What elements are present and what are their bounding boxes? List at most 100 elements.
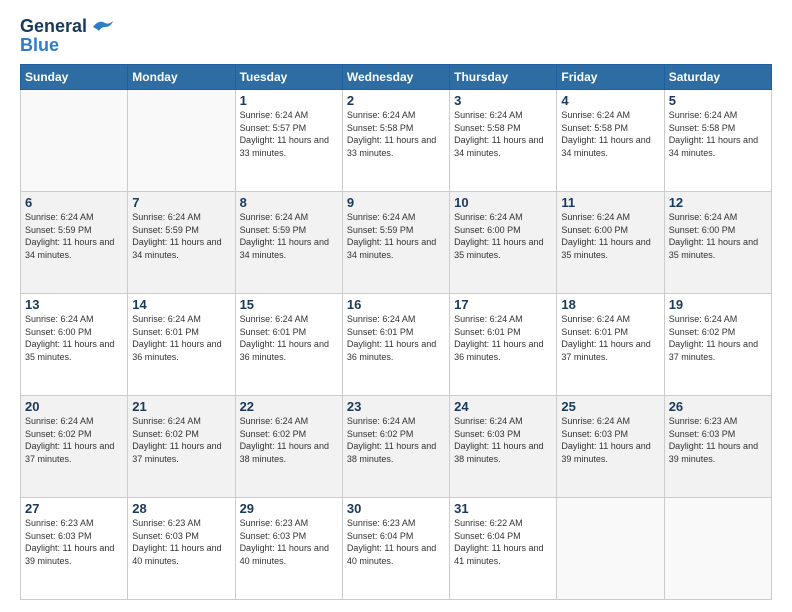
table-row [21,90,128,192]
table-row: 25Sunrise: 6:24 AM Sunset: 6:03 PM Dayli… [557,396,664,498]
day-info: Sunrise: 6:24 AM Sunset: 6:02 PM Dayligh… [132,415,230,465]
day-number: 19 [669,297,767,312]
logo-blue: Blue [20,35,59,56]
day-number: 3 [454,93,552,108]
day-number: 29 [240,501,338,516]
calendar-week-row: 27Sunrise: 6:23 AM Sunset: 6:03 PM Dayli… [21,498,772,600]
day-info: Sunrise: 6:24 AM Sunset: 6:01 PM Dayligh… [240,313,338,363]
table-row: 30Sunrise: 6:23 AM Sunset: 6:04 PM Dayli… [342,498,449,600]
header: General Blue [20,16,772,56]
day-number: 14 [132,297,230,312]
day-number: 5 [669,93,767,108]
table-row: 13Sunrise: 6:24 AM Sunset: 6:00 PM Dayli… [21,294,128,396]
day-number: 18 [561,297,659,312]
day-info: Sunrise: 6:24 AM Sunset: 5:58 PM Dayligh… [454,109,552,159]
table-row: 12Sunrise: 6:24 AM Sunset: 6:00 PM Dayli… [664,192,771,294]
table-row: 19Sunrise: 6:24 AM Sunset: 6:02 PM Dayli… [664,294,771,396]
table-row: 21Sunrise: 6:24 AM Sunset: 6:02 PM Dayli… [128,396,235,498]
table-row: 8Sunrise: 6:24 AM Sunset: 5:59 PM Daylig… [235,192,342,294]
table-row: 7Sunrise: 6:24 AM Sunset: 5:59 PM Daylig… [128,192,235,294]
table-row: 28Sunrise: 6:23 AM Sunset: 6:03 PM Dayli… [128,498,235,600]
table-row [664,498,771,600]
col-monday: Monday [128,65,235,90]
day-info: Sunrise: 6:24 AM Sunset: 6:01 PM Dayligh… [347,313,445,363]
table-row: 9Sunrise: 6:24 AM Sunset: 5:59 PM Daylig… [342,192,449,294]
day-info: Sunrise: 6:24 AM Sunset: 6:02 PM Dayligh… [669,313,767,363]
day-info: Sunrise: 6:24 AM Sunset: 6:01 PM Dayligh… [561,313,659,363]
day-number: 4 [561,93,659,108]
col-sunday: Sunday [21,65,128,90]
day-info: Sunrise: 6:24 AM Sunset: 5:58 PM Dayligh… [347,109,445,159]
day-number: 28 [132,501,230,516]
day-number: 13 [25,297,123,312]
day-info: Sunrise: 6:24 AM Sunset: 5:59 PM Dayligh… [240,211,338,261]
day-number: 26 [669,399,767,414]
day-number: 24 [454,399,552,414]
day-number: 11 [561,195,659,210]
day-info: Sunrise: 6:24 AM Sunset: 6:01 PM Dayligh… [454,313,552,363]
day-number: 22 [240,399,338,414]
day-number: 16 [347,297,445,312]
table-row: 6Sunrise: 6:24 AM Sunset: 5:59 PM Daylig… [21,192,128,294]
col-tuesday: Tuesday [235,65,342,90]
day-info: Sunrise: 6:24 AM Sunset: 6:00 PM Dayligh… [561,211,659,261]
table-row: 16Sunrise: 6:24 AM Sunset: 6:01 PM Dayli… [342,294,449,396]
day-info: Sunrise: 6:22 AM Sunset: 6:04 PM Dayligh… [454,517,552,567]
table-row: 2Sunrise: 6:24 AM Sunset: 5:58 PM Daylig… [342,90,449,192]
day-info: Sunrise: 6:23 AM Sunset: 6:04 PM Dayligh… [347,517,445,567]
day-info: Sunrise: 6:23 AM Sunset: 6:03 PM Dayligh… [240,517,338,567]
day-number: 27 [25,501,123,516]
table-row: 17Sunrise: 6:24 AM Sunset: 6:01 PM Dayli… [450,294,557,396]
day-info: Sunrise: 6:24 AM Sunset: 6:03 PM Dayligh… [561,415,659,465]
col-saturday: Saturday [664,65,771,90]
day-number: 10 [454,195,552,210]
day-number: 8 [240,195,338,210]
day-info: Sunrise: 6:24 AM Sunset: 6:00 PM Dayligh… [669,211,767,261]
day-info: Sunrise: 6:23 AM Sunset: 6:03 PM Dayligh… [669,415,767,465]
col-friday: Friday [557,65,664,90]
table-row: 29Sunrise: 6:23 AM Sunset: 6:03 PM Dayli… [235,498,342,600]
table-row: 1Sunrise: 6:24 AM Sunset: 5:57 PM Daylig… [235,90,342,192]
calendar-week-row: 20Sunrise: 6:24 AM Sunset: 6:02 PM Dayli… [21,396,772,498]
table-row: 26Sunrise: 6:23 AM Sunset: 6:03 PM Dayli… [664,396,771,498]
table-row: 14Sunrise: 6:24 AM Sunset: 6:01 PM Dayli… [128,294,235,396]
day-number: 9 [347,195,445,210]
day-info: Sunrise: 6:24 AM Sunset: 5:58 PM Dayligh… [669,109,767,159]
table-row: 20Sunrise: 6:24 AM Sunset: 6:02 PM Dayli… [21,396,128,498]
day-number: 17 [454,297,552,312]
day-number: 7 [132,195,230,210]
col-thursday: Thursday [450,65,557,90]
day-number: 23 [347,399,445,414]
day-info: Sunrise: 6:24 AM Sunset: 6:01 PM Dayligh… [132,313,230,363]
logo: General Blue [20,16,113,56]
table-row: 11Sunrise: 6:24 AM Sunset: 6:00 PM Dayli… [557,192,664,294]
day-info: Sunrise: 6:24 AM Sunset: 5:59 PM Dayligh… [132,211,230,261]
table-row: 24Sunrise: 6:24 AM Sunset: 6:03 PM Dayli… [450,396,557,498]
day-info: Sunrise: 6:23 AM Sunset: 6:03 PM Dayligh… [132,517,230,567]
calendar-header-row: Sunday Monday Tuesday Wednesday Thursday… [21,65,772,90]
day-number: 25 [561,399,659,414]
day-info: Sunrise: 6:24 AM Sunset: 5:59 PM Dayligh… [347,211,445,261]
table-row [128,90,235,192]
day-info: Sunrise: 6:23 AM Sunset: 6:03 PM Dayligh… [25,517,123,567]
logo-bird-icon [91,19,113,35]
day-number: 20 [25,399,123,414]
table-row: 31Sunrise: 6:22 AM Sunset: 6:04 PM Dayli… [450,498,557,600]
day-info: Sunrise: 6:24 AM Sunset: 6:00 PM Dayligh… [454,211,552,261]
calendar-week-row: 13Sunrise: 6:24 AM Sunset: 6:00 PM Dayli… [21,294,772,396]
logo-general: General [20,16,87,37]
day-info: Sunrise: 6:24 AM Sunset: 6:02 PM Dayligh… [240,415,338,465]
table-row: 23Sunrise: 6:24 AM Sunset: 6:02 PM Dayli… [342,396,449,498]
calendar-week-row: 6 Sunrise: 6:24 AM Sunset: 5:59 PM Daylig… [21,192,772,294]
table-row: 15Sunrise: 6:24 AM Sunset: 6:01 PM Dayli… [235,294,342,396]
day-info: Sunrise: 6:24 AM Sunset: 6:02 PM Dayligh… [25,415,123,465]
calendar-week-row: 1Sunrise: 6:24 AM Sunset: 5:57 PM Daylig… [21,90,772,192]
day-info: Sunrise: 6:24 AM Sunset: 5:58 PM Dayligh… [561,109,659,159]
table-row: 22Sunrise: 6:24 AM Sunset: 6:02 PM Dayli… [235,396,342,498]
table-row: 10Sunrise: 6:24 AM Sunset: 6:00 PM Dayli… [450,192,557,294]
day-number: 6 [25,195,123,210]
day-info: Sunrise: 6:24 AM Sunset: 6:00 PM Dayligh… [25,313,123,363]
day-info: Sunrise: 6:24 AM Sunset: 5:57 PM Dayligh… [240,109,338,159]
day-number: 12 [669,195,767,210]
day-number: 2 [347,93,445,108]
